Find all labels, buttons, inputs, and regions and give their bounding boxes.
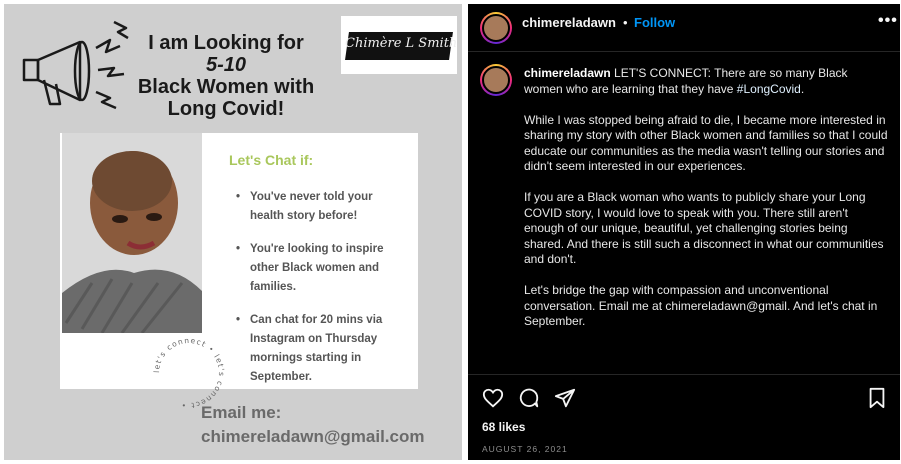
header-separator: • — [623, 15, 628, 30]
bullet-list: You've never told your health story befo… — [236, 188, 406, 401]
portrait-photo — [62, 133, 202, 333]
email-address: chimereladawn@gmail.com — [201, 427, 425, 446]
lets-connect-ring: let's connect • let's connect • — [152, 336, 226, 410]
headline-line-4: Long Covid! — [167, 98, 285, 120]
more-options-icon[interactable]: ••• — [878, 12, 898, 30]
bullet-item: You're looking to inspire other Black wo… — [236, 240, 406, 297]
bullet-item: You've never told your health story befo… — [236, 188, 406, 226]
share-icon[interactable] — [554, 387, 576, 409]
headline-line-1: I am Looking for — [148, 32, 304, 54]
caption-intro-end: . — [800, 81, 805, 96]
caption-username[interactable]: chimereladawn — [524, 66, 611, 80]
card-title: Let's Chat if: — [229, 152, 314, 168]
svg-text:let's connect • let's connect: let's connect • let's connect • — [152, 336, 226, 410]
caption-paragraph: While I was stopped being afraid to die,… — [524, 112, 888, 174]
headline-line-2: 5-10 — [205, 54, 247, 76]
caption-paragraph: If you are a Black woman who wants to pu… — [524, 190, 884, 266]
follow-button[interactable]: Follow — [634, 15, 675, 30]
signature-text: Chimère L Smith — [345, 36, 458, 51]
post-date: AUGUST 26, 2021 — [482, 444, 568, 454]
hashtag-link[interactable]: #LongCovid — [737, 82, 801, 96]
post-header: chimereladawn • Follow ••• — [468, 4, 900, 52]
instagram-post: chimereladawn • Follow ••• chimereladawn… — [468, 4, 900, 460]
flyer-image: I am Looking for 5-10 Black Women with L… — [4, 4, 462, 460]
action-bar — [468, 374, 900, 414]
avatar[interactable] — [480, 12, 512, 44]
caption-paragraph: Let's bridge the gap with compassion and… — [524, 283, 878, 328]
megaphone-icon — [22, 20, 129, 110]
bookmark-icon[interactable] — [866, 387, 888, 409]
header-username[interactable]: chimereladawn — [522, 15, 616, 30]
comment-icon[interactable] — [518, 387, 540, 409]
caption-intro: chimereladawn LET'S CONNECT: There are s… — [524, 66, 888, 97]
likes-count[interactable]: 68 likes — [482, 420, 525, 434]
caption-avatar[interactable] — [480, 64, 512, 96]
email-label: Email me: — [201, 403, 282, 422]
signature-logo: Chimère L Smith — [341, 16, 457, 74]
heart-icon[interactable] — [482, 387, 504, 409]
post-caption: chimereladawn LET'S CONNECT: There are s… — [524, 66, 888, 345]
headline-line-3: Black Women with — [137, 76, 315, 98]
flyer-headline: I am Looking for 5-10 Black Women with L… — [136, 32, 316, 120]
bullet-item: Can chat for 20 mins via Instagram on Th… — [236, 311, 406, 387]
